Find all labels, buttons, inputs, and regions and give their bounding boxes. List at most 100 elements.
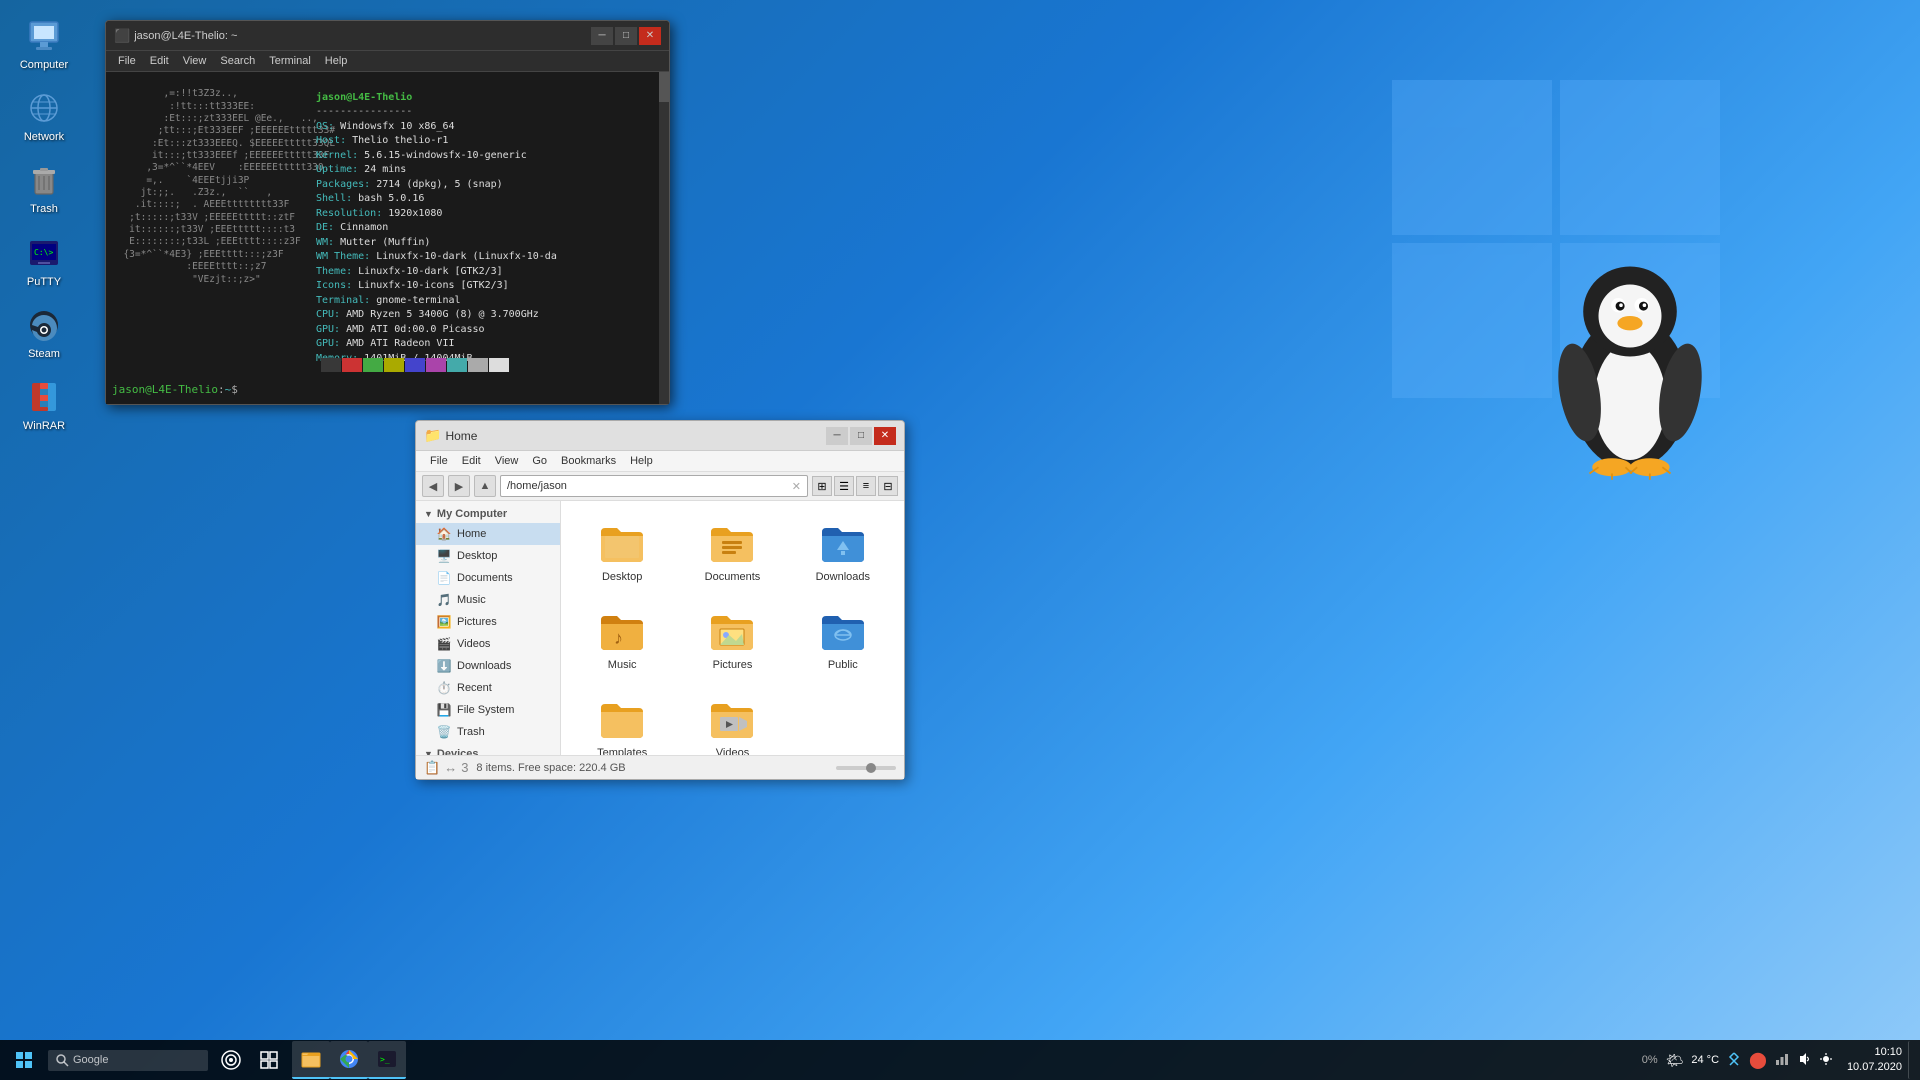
fm-music-label2: Music xyxy=(608,659,637,671)
taskbar-clock[interactable]: 10:10 10.07.2020 xyxy=(1841,1045,1908,1076)
fm-menu-file[interactable]: File xyxy=(424,453,454,469)
taskbar-start-btn[interactable] xyxy=(4,1040,44,1080)
fm-forward-btn[interactable]: ▶ xyxy=(448,475,470,497)
fm-menu-help[interactable]: Help xyxy=(624,453,659,469)
fm-videos-label: Videos xyxy=(457,638,490,650)
fm-minimize-btn[interactable]: ─ xyxy=(826,427,848,445)
terminal-maximize-btn[interactable]: □ xyxy=(615,27,637,45)
fm-item-documents[interactable]: Documents xyxy=(681,511,783,591)
downloads-folder-icon: ⬇️ xyxy=(436,658,452,674)
fm-path-clear-btn[interactable]: ✕ xyxy=(792,480,801,493)
fm-sidebar-downloads[interactable]: ⬇️ Downloads xyxy=(416,655,560,677)
taskbar-filemanager-btn[interactable] xyxy=(292,1041,330,1079)
terminal-scrollbar-thumb[interactable] xyxy=(659,72,669,102)
terminal-menu-help[interactable]: Help xyxy=(319,53,354,69)
tray-brightness-icon[interactable] xyxy=(1817,1050,1835,1071)
fm-item-public[interactable]: Public xyxy=(792,599,894,679)
tray-weather-icon[interactable]: 🌤 xyxy=(1664,1050,1686,1071)
network-icon xyxy=(24,88,64,128)
desktop-icon-trash[interactable]: Trash xyxy=(8,154,80,222)
fm-item-templates[interactable]: Templates xyxy=(571,687,673,755)
terminal-scrollbar[interactable] xyxy=(659,72,669,404)
desktop-icon-winrar[interactable]: WinRAR xyxy=(8,371,80,439)
taskbar-search-box[interactable]: Google xyxy=(48,1050,208,1071)
taskbar-show-desktop-btn[interactable] xyxy=(1908,1041,1916,1079)
fm-videos-label2: Videos xyxy=(716,747,749,755)
fm-detail-view-btn[interactable]: ⊟ xyxy=(878,476,898,496)
fm-back-btn[interactable]: ◀ xyxy=(422,475,444,497)
documents-folder-icon: 📄 xyxy=(436,570,452,586)
terminal-menu-file[interactable]: File xyxy=(112,53,142,69)
tray-network-icon[interactable] xyxy=(1773,1050,1791,1071)
clock-date: 10.07.2020 xyxy=(1847,1060,1902,1075)
taskbar-tray: 0% 🌤 24 °C ⬤ xyxy=(1634,1048,1841,1072)
fm-item-videos[interactable]: Videos xyxy=(681,687,783,755)
fm-menu-edit[interactable]: Edit xyxy=(456,453,487,469)
fm-sidebar-trash[interactable]: 🗑️ Trash xyxy=(416,721,560,743)
terminal-menu-view[interactable]: View xyxy=(177,53,213,69)
search-icon xyxy=(56,1054,69,1067)
fm-sidebar-filesystem[interactable]: 💾 File System xyxy=(416,699,560,721)
fm-music-label: Music xyxy=(457,594,486,606)
fm-sidebar-documents[interactable]: 📄 Documents xyxy=(416,567,560,589)
fm-icon-view-btn[interactable]: ⊞ xyxy=(812,476,832,496)
fm-compact-view-btn[interactable]: ☰ xyxy=(834,476,854,496)
tray-battery-icon[interactable]: 0% xyxy=(1640,1052,1660,1068)
fm-close-btn[interactable]: ✕ xyxy=(874,427,896,445)
fm-up-btn[interactable]: ▲ xyxy=(474,475,496,497)
taskbar-cortana-btn[interactable] xyxy=(212,1041,250,1079)
taskbar: Google xyxy=(0,1040,1920,1080)
fm-templates-folder-icon xyxy=(598,695,646,743)
fm-sidebar-desktop[interactable]: 🖥️ Desktop xyxy=(416,545,560,567)
fm-menu-go[interactable]: Go xyxy=(526,453,553,469)
fm-titlebar[interactable]: 📁 Home ─ □ ✕ xyxy=(416,421,904,451)
tray-bluetooth-icon[interactable] xyxy=(1725,1050,1743,1071)
fm-statusbar-zoom-text: 3 xyxy=(461,760,468,776)
winrar-icon xyxy=(24,377,64,417)
fm-statusbar-icon-1[interactable]: 📋 xyxy=(424,760,440,776)
fm-item-music[interactable]: ♪ Music xyxy=(571,599,673,679)
putty-icon-label: PuTTY xyxy=(27,276,61,289)
desktop-icon-network[interactable]: Network xyxy=(8,82,80,150)
terminal-menu-terminal[interactable]: Terminal xyxy=(263,53,317,69)
winrar-icon-label: WinRAR xyxy=(23,420,65,433)
fm-item-pictures[interactable]: Pictures xyxy=(681,599,783,679)
taskbar-terminal-btn[interactable]: >_ xyxy=(368,1041,406,1079)
fm-zoom-thumb[interactable] xyxy=(866,763,876,773)
taskbar-taskview-btn[interactable] xyxy=(250,1041,288,1079)
taskbar-chrome-btn[interactable] xyxy=(330,1041,368,1079)
fm-file-grid: Desktop Docume xyxy=(571,511,894,755)
fm-sidebar-recent[interactable]: ⏱️ Recent xyxy=(416,677,560,699)
terminal-titlebar[interactable]: ⬛ jason@L4E-Thelio: ~ ─ □ ✕ xyxy=(106,21,669,51)
fm-desktop-label: Desktop xyxy=(457,550,497,562)
fm-zoom-slider[interactable] xyxy=(836,766,896,770)
fm-statusbar: 📋 ↔ 3 8 items. Free space: 220.4 GB xyxy=(416,755,904,779)
fm-mycomputer-header[interactable]: ▼ My Computer xyxy=(416,505,560,523)
terminal-menu-edit[interactable]: Edit xyxy=(144,53,175,69)
terminal-minimize-btn[interactable]: ─ xyxy=(591,27,613,45)
fm-menu-view[interactable]: View xyxy=(489,453,525,469)
terminal-taskbar-icon: >_ xyxy=(377,1049,397,1069)
fm-maximize-btn[interactable]: □ xyxy=(850,427,872,445)
fm-pictures-label2: Pictures xyxy=(713,659,753,671)
fm-sidebar-pictures[interactable]: 🖼️ Pictures xyxy=(416,611,560,633)
desktop-icon-computer[interactable]: Computer xyxy=(8,10,80,78)
desktop-icon-steam[interactable]: Steam xyxy=(8,299,80,367)
fm-sidebar-videos[interactable]: 🎬 Videos xyxy=(416,633,560,655)
desktop-icon-putty[interactable]: C:\> PuTTY xyxy=(8,227,80,295)
tray-antivirus-icon[interactable]: ⬤ xyxy=(1747,1048,1769,1072)
fm-menu-bookmarks[interactable]: Bookmarks xyxy=(555,453,622,469)
fm-devices-header[interactable]: ▼ Devices xyxy=(416,745,560,755)
fm-statusbar-icon-2[interactable]: ↔ xyxy=(444,760,457,776)
filemanager-window: 📁 Home ─ □ ✕ File Edit View Go Bookmarks… xyxy=(415,420,905,780)
fm-list-view-btn[interactable]: ≡ xyxy=(856,476,876,496)
fm-item-desktop[interactable]: Desktop xyxy=(571,511,673,591)
fm-path-bar[interactable]: /home/jason ✕ xyxy=(500,475,808,497)
fm-sidebar-home[interactable]: 🏠 Home xyxy=(416,523,560,545)
fm-item-downloads[interactable]: Downloads xyxy=(792,511,894,591)
tray-sound-icon[interactable] xyxy=(1795,1050,1813,1071)
fm-body: ▼ My Computer 🏠 Home 🖥️ Desktop 📄 Docume… xyxy=(416,501,904,755)
terminal-menu-search[interactable]: Search xyxy=(214,53,261,69)
terminal-close-btn[interactable]: ✕ xyxy=(639,27,661,45)
fm-sidebar-music[interactable]: 🎵 Music xyxy=(416,589,560,611)
